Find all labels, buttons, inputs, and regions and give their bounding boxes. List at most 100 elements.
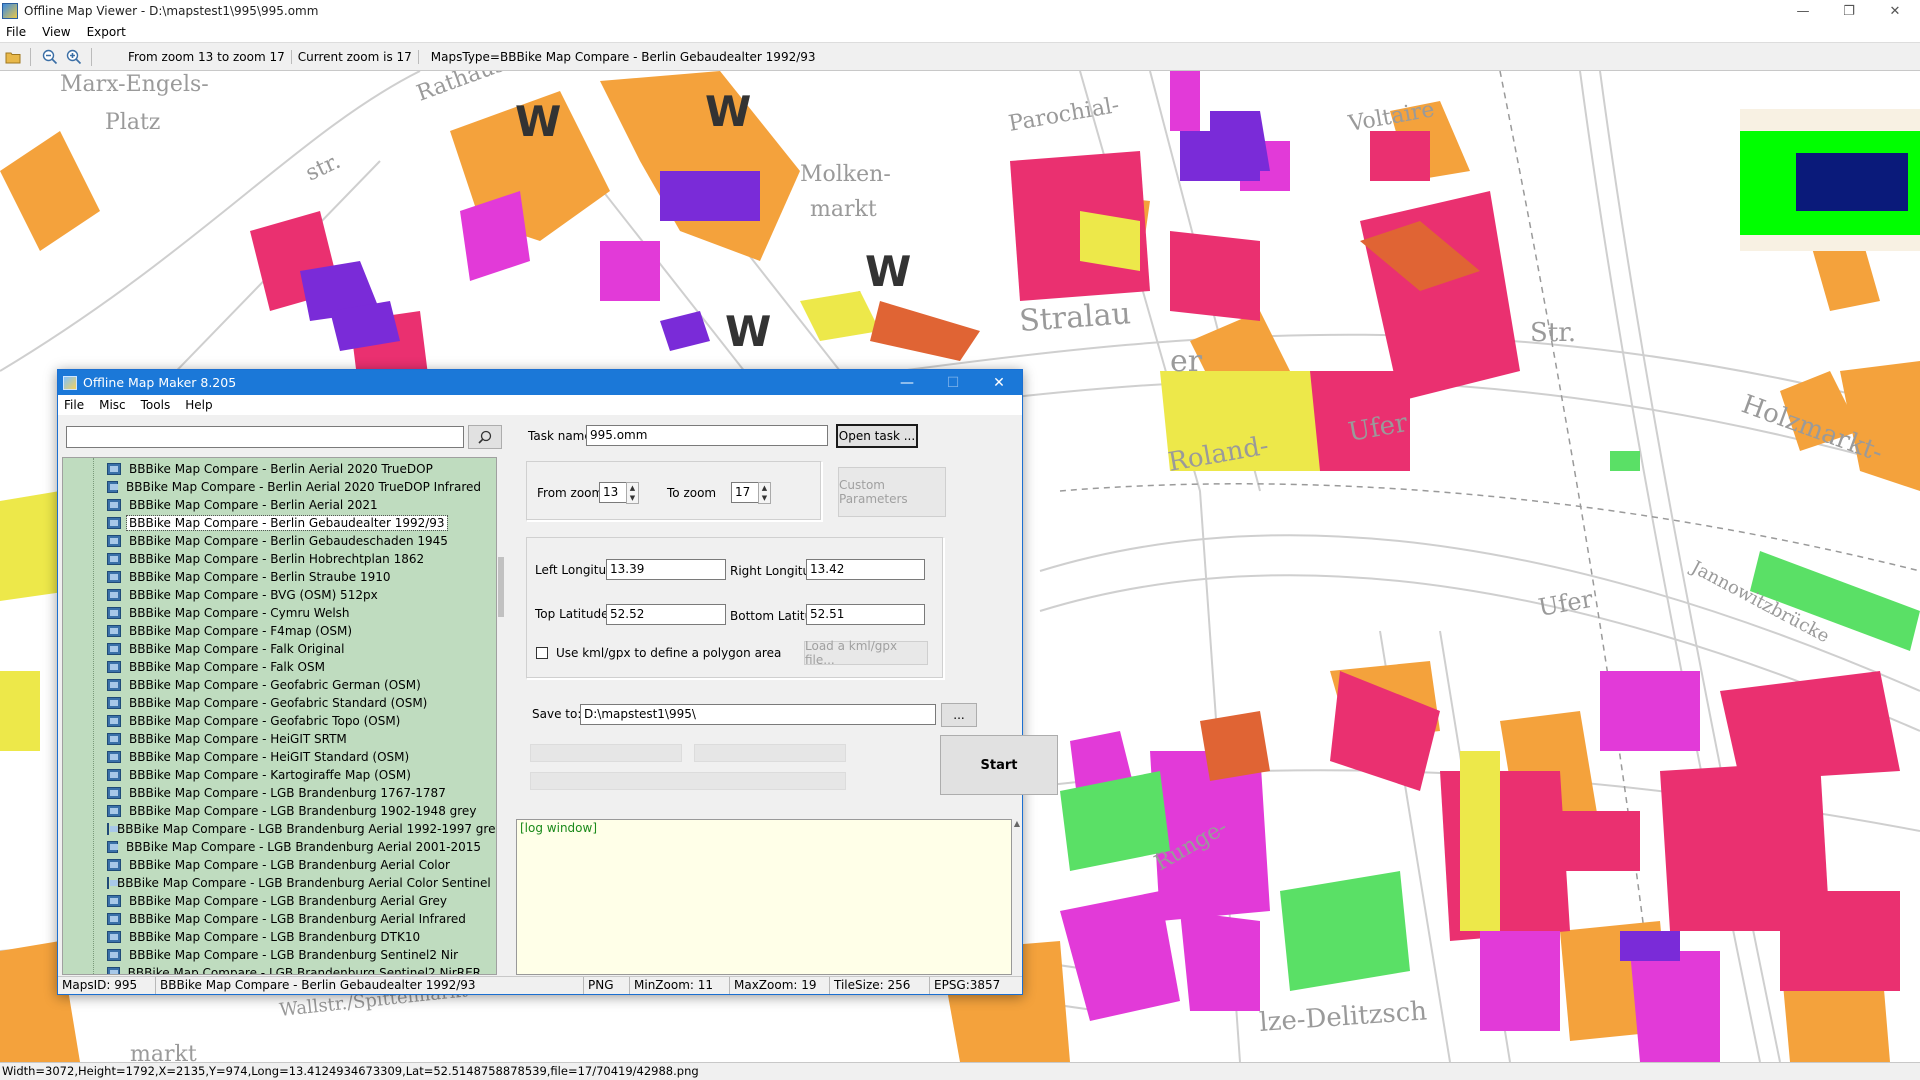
top-latitude-label: Top Latitude [535,607,609,621]
search-button[interactable] [468,425,502,449]
map-list-item-label: BBBike Map Compare - LGB Brandenburg DTK… [129,930,421,944]
map-list-item[interactable]: BBBike Map Compare - BVG (OSM) 512px [63,586,483,604]
map-list-item[interactable]: BBBike Map Compare - LGB Brandenburg 190… [63,802,483,820]
map-list-item-label: BBBike Map Compare - BVG (OSM) 512px [129,588,378,602]
maps-type-text: MapsType=BBBike Map Compare - Berlin Geb… [430,49,816,64]
dialog-menu-help[interactable]: Help [185,398,212,412]
overview-minimap[interactable] [1740,109,1920,251]
map-list-item[interactable]: BBBike Map Compare - LGB Brandenburg Aer… [63,874,491,892]
map-list-item[interactable]: BBBike Map Compare - HeiGIT Standard (OS… [63,748,483,766]
map-list-item[interactable]: BBBike Map Compare - LGB Brandenburg Aer… [63,892,483,910]
progress-bar-1 [530,744,682,762]
menu-view[interactable]: View [42,25,70,39]
map-layer-icon [107,877,118,889]
task-settings-pane: Task name 995.omm Open task ... From zoo… [516,415,1058,975]
map-list-item-label: BBBike Map Compare - LGB Brandenburg Aer… [117,876,491,890]
left-longitude-field[interactable]: 13.39 [606,559,726,580]
map-list-item[interactable]: BBBike Map Compare - HeiGIT SRTM [63,730,483,748]
bottom-latitude-field[interactable]: 52.51 [806,604,925,625]
map-list-item-label: BBBike Map Compare - Geofabric Topo (OSM… [129,714,401,728]
dialog-close-button[interactable]: ✕ [976,370,1022,395]
map-list-item[interactable]: BBBike Map Compare - F4map (OSM) [63,622,483,640]
map-layer-icon [107,751,121,763]
map-list-item[interactable]: BBBike Map Compare - Geofabric Topo (OSM… [63,712,483,730]
from-zoom-label: From zoom [537,486,604,500]
menu-export[interactable]: Export [87,25,126,39]
minimap-viewport[interactable] [1796,153,1908,211]
dialog-maximize-button[interactable]: ☐ [930,370,976,395]
map-tree[interactable]: BBBike Map Compare - Berlin Aerial 2020 … [62,457,497,975]
zoom-out-button[interactable] [39,46,61,68]
map-list-item[interactable]: BBBike Map Compare - LGB Brandenburg 176… [63,784,483,802]
map-list-item[interactable]: BBBike Map Compare - Berlin Aerial 2021 [63,496,483,514]
from-zoom-field[interactable]: 13 [599,482,627,503]
map-list-item-label: BBBike Map Compare - Falk OSM [129,660,325,674]
map-list-item[interactable]: BBBike Map Compare - Cymru Welsh [63,604,483,622]
svg-text:Str.: Str. [1530,318,1576,348]
menu-file[interactable]: File [6,25,26,39]
map-list-item[interactable]: BBBike Map Compare - LGB Brandenburg DTK… [63,928,483,946]
browse-button[interactable]: ... [941,703,977,727]
scroll-thumb[interactable] [498,557,504,617]
map-layer-icon [107,481,119,493]
to-zoom-spinner[interactable]: ▲ ▼ [758,482,771,504]
window-title: Offline Map Viewer - D:\mapstest1\995\99… [24,4,319,18]
log-scrollbar[interactable]: ▲ [1012,819,1022,975]
map-list-item[interactable]: BBBike Map Compare - Berlin Hobrechtplan… [63,550,483,568]
log-window[interactable]: [log window] [516,819,1012,975]
dialog-menu-file[interactable]: File [64,398,84,412]
map-list-item-label: BBBike Map Compare - Berlin Aerial 2021 [129,498,378,512]
save-to-field[interactable]: D:\mapstest1\995\ [580,704,936,725]
custom-parameters-button[interactable]: Custom Parameters [838,467,946,517]
use-kml-checkbox[interactable] [536,647,548,659]
zoom-in-button[interactable] [63,46,85,68]
map-list-item-label: BBBike Map Compare - HeiGIT SRTM [129,732,347,746]
dialog-menu-tools[interactable]: Tools [141,398,171,412]
minimize-button[interactable]: — [1780,0,1826,22]
map-list-item[interactable]: BBBike Map Compare - Berlin Aerial 2020 … [63,460,483,478]
open-folder-button[interactable] [2,46,24,68]
map-list-item[interactable]: BBBike Map Compare - LGB Brandenburg Aer… [63,856,483,874]
map-layer-icon [107,787,121,799]
start-button[interactable]: Start [940,735,1058,795]
dialog-minimize-button[interactable]: — [884,370,930,395]
task-name-field[interactable]: 995.omm [586,425,828,446]
map-list-item[interactable]: BBBike Map Compare - LGB Brandenburg Aer… [63,820,496,838]
map-search-input[interactable] [66,426,464,448]
map-layer-icon [107,499,121,511]
map-list-item[interactable]: BBBike Map Compare - Falk OSM [63,658,483,676]
right-longitude-field[interactable]: 13.42 [806,559,925,580]
dialog-titlebar[interactable]: Offline Map Maker 8.205 — ☐ ✕ [58,370,1022,395]
map-list-item[interactable]: BBBike Map Compare - Berlin Straube 1910 [63,568,483,586]
close-button[interactable]: ✕ [1872,0,1918,22]
map-tree-scrollbar[interactable] [497,457,506,975]
map-list-item-label: BBBike Map Compare - Berlin Hobrechtplan… [129,552,425,566]
zoom-in-icon [66,49,82,64]
load-kml-button[interactable]: Load a kml/gpx file... [804,639,928,667]
map-list-item[interactable]: BBBike Map Compare - LGB Brandenburg Sen… [63,946,483,964]
map-list-item[interactable]: BBBike Map Compare - Berlin Aerial 2020 … [63,478,483,496]
map-list-item[interactable]: BBBike Map Compare - Berlin Gebaudealter… [63,514,483,532]
restore-button[interactable]: ❐ [1826,0,1872,22]
map-list-item-label: BBBike Map Compare - LGB Brandenburg Aer… [129,912,466,926]
open-task-button[interactable]: Open task ... [836,424,918,448]
to-zoom-field[interactable]: 17 [731,482,759,503]
map-list-item-label: BBBike Map Compare - LGB Brandenburg 190… [129,804,477,818]
from-zoom-spinner[interactable]: ▲ ▼ [626,482,639,504]
map-list-item[interactable]: BBBike Map Compare - Geofabric Standard … [63,694,483,712]
current-zoom-text: Current zoom is 17 [292,49,419,64]
map-list-item[interactable]: BBBike Map Compare - Kartogiraffe Map (O… [63,766,483,784]
map-list-item[interactable]: BBBike Map Compare - Geofabric German (O… [63,676,483,694]
status-maps-id: MapsID: 995 [58,977,156,994]
map-list-item[interactable]: BBBike Map Compare - Berlin Gebaudeschad… [63,532,483,550]
map-layer-icon [107,967,120,974]
map-list-item-label: BBBike Map Compare - Kartogiraffe Map (O… [129,768,411,782]
map-layer-icon [107,589,121,601]
map-list-item[interactable]: BBBike Map Compare - LGB Brandenburg Aer… [63,910,483,928]
map-list-item[interactable]: BBBike Map Compare - LGB Brandenburg Aer… [63,838,483,856]
top-latitude-field[interactable]: 52.52 [606,604,726,625]
dialog-menu-misc[interactable]: Misc [99,398,126,412]
map-list-item[interactable]: BBBike Map Compare - Falk Original [63,640,483,658]
map-list-item-label: BBBike Map Compare - Berlin Gebaudealter… [126,515,448,531]
map-list-item[interactable]: BBBike Map Compare - LGB Brandenburg Sen… [63,964,483,974]
